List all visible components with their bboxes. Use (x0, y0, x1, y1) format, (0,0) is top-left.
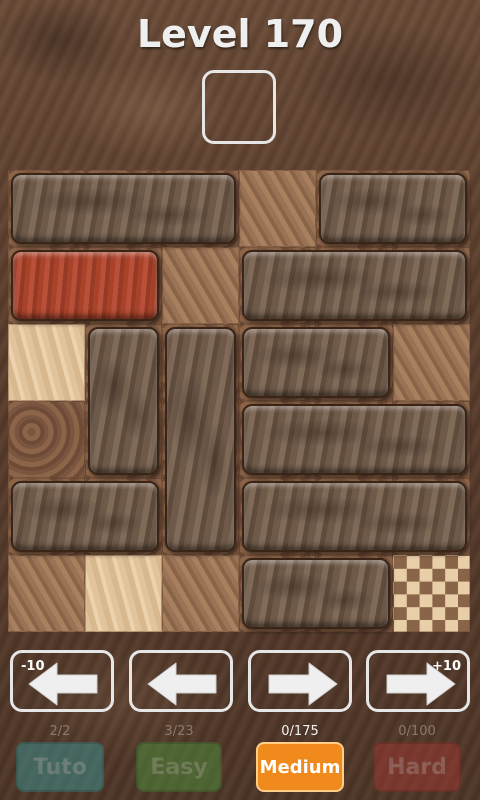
progress-count-tuto: 2/2 (49, 724, 71, 739)
progress-count-medium: 0/175 (281, 724, 319, 739)
puzzle-board (8, 170, 470, 632)
undo-button[interactable] (129, 650, 233, 712)
exit-target-box (202, 70, 276, 144)
board-tile (8, 324, 85, 401)
wood-block[interactable] (242, 404, 467, 475)
board-tile (8, 555, 85, 632)
board-tile (239, 170, 316, 247)
wood-block[interactable] (165, 327, 236, 552)
board-tile (162, 247, 239, 324)
step-count-label: -10 (21, 659, 45, 674)
mode-button-tuto[interactable]: Tuto (16, 742, 104, 792)
wood-block[interactable] (88, 327, 159, 475)
redo-button[interactable] (248, 650, 352, 712)
wood-block[interactable] (11, 173, 236, 244)
board-tile (393, 324, 470, 401)
mode-button-easy[interactable]: Easy (136, 742, 222, 792)
mode-button-medium[interactable]: Medium (256, 742, 344, 792)
board-tile (85, 555, 162, 632)
arrow-left-icon (147, 662, 217, 706)
level-title: Level 170 (136, 12, 344, 56)
arrow-right-icon (268, 662, 338, 706)
progress-count-hard: 0/100 (398, 724, 436, 739)
board-tile (8, 401, 85, 478)
wood-block[interactable] (242, 327, 390, 398)
wood-block[interactable] (242, 558, 390, 629)
redo-10-button[interactable]: +10 (366, 650, 470, 712)
mode-button-hard[interactable]: Hard (373, 742, 461, 792)
wood-block[interactable] (242, 250, 467, 321)
exit-tile (393, 555, 470, 632)
step-count-label: +10 (432, 659, 461, 674)
undo-10-button[interactable]: -10 (10, 650, 114, 712)
red-target-block[interactable] (11, 250, 159, 321)
wood-block[interactable] (11, 481, 159, 552)
progress-count-easy: 3/23 (164, 724, 194, 739)
wood-block[interactable] (319, 173, 467, 244)
board-tile (162, 555, 239, 632)
wood-block[interactable] (242, 481, 467, 552)
